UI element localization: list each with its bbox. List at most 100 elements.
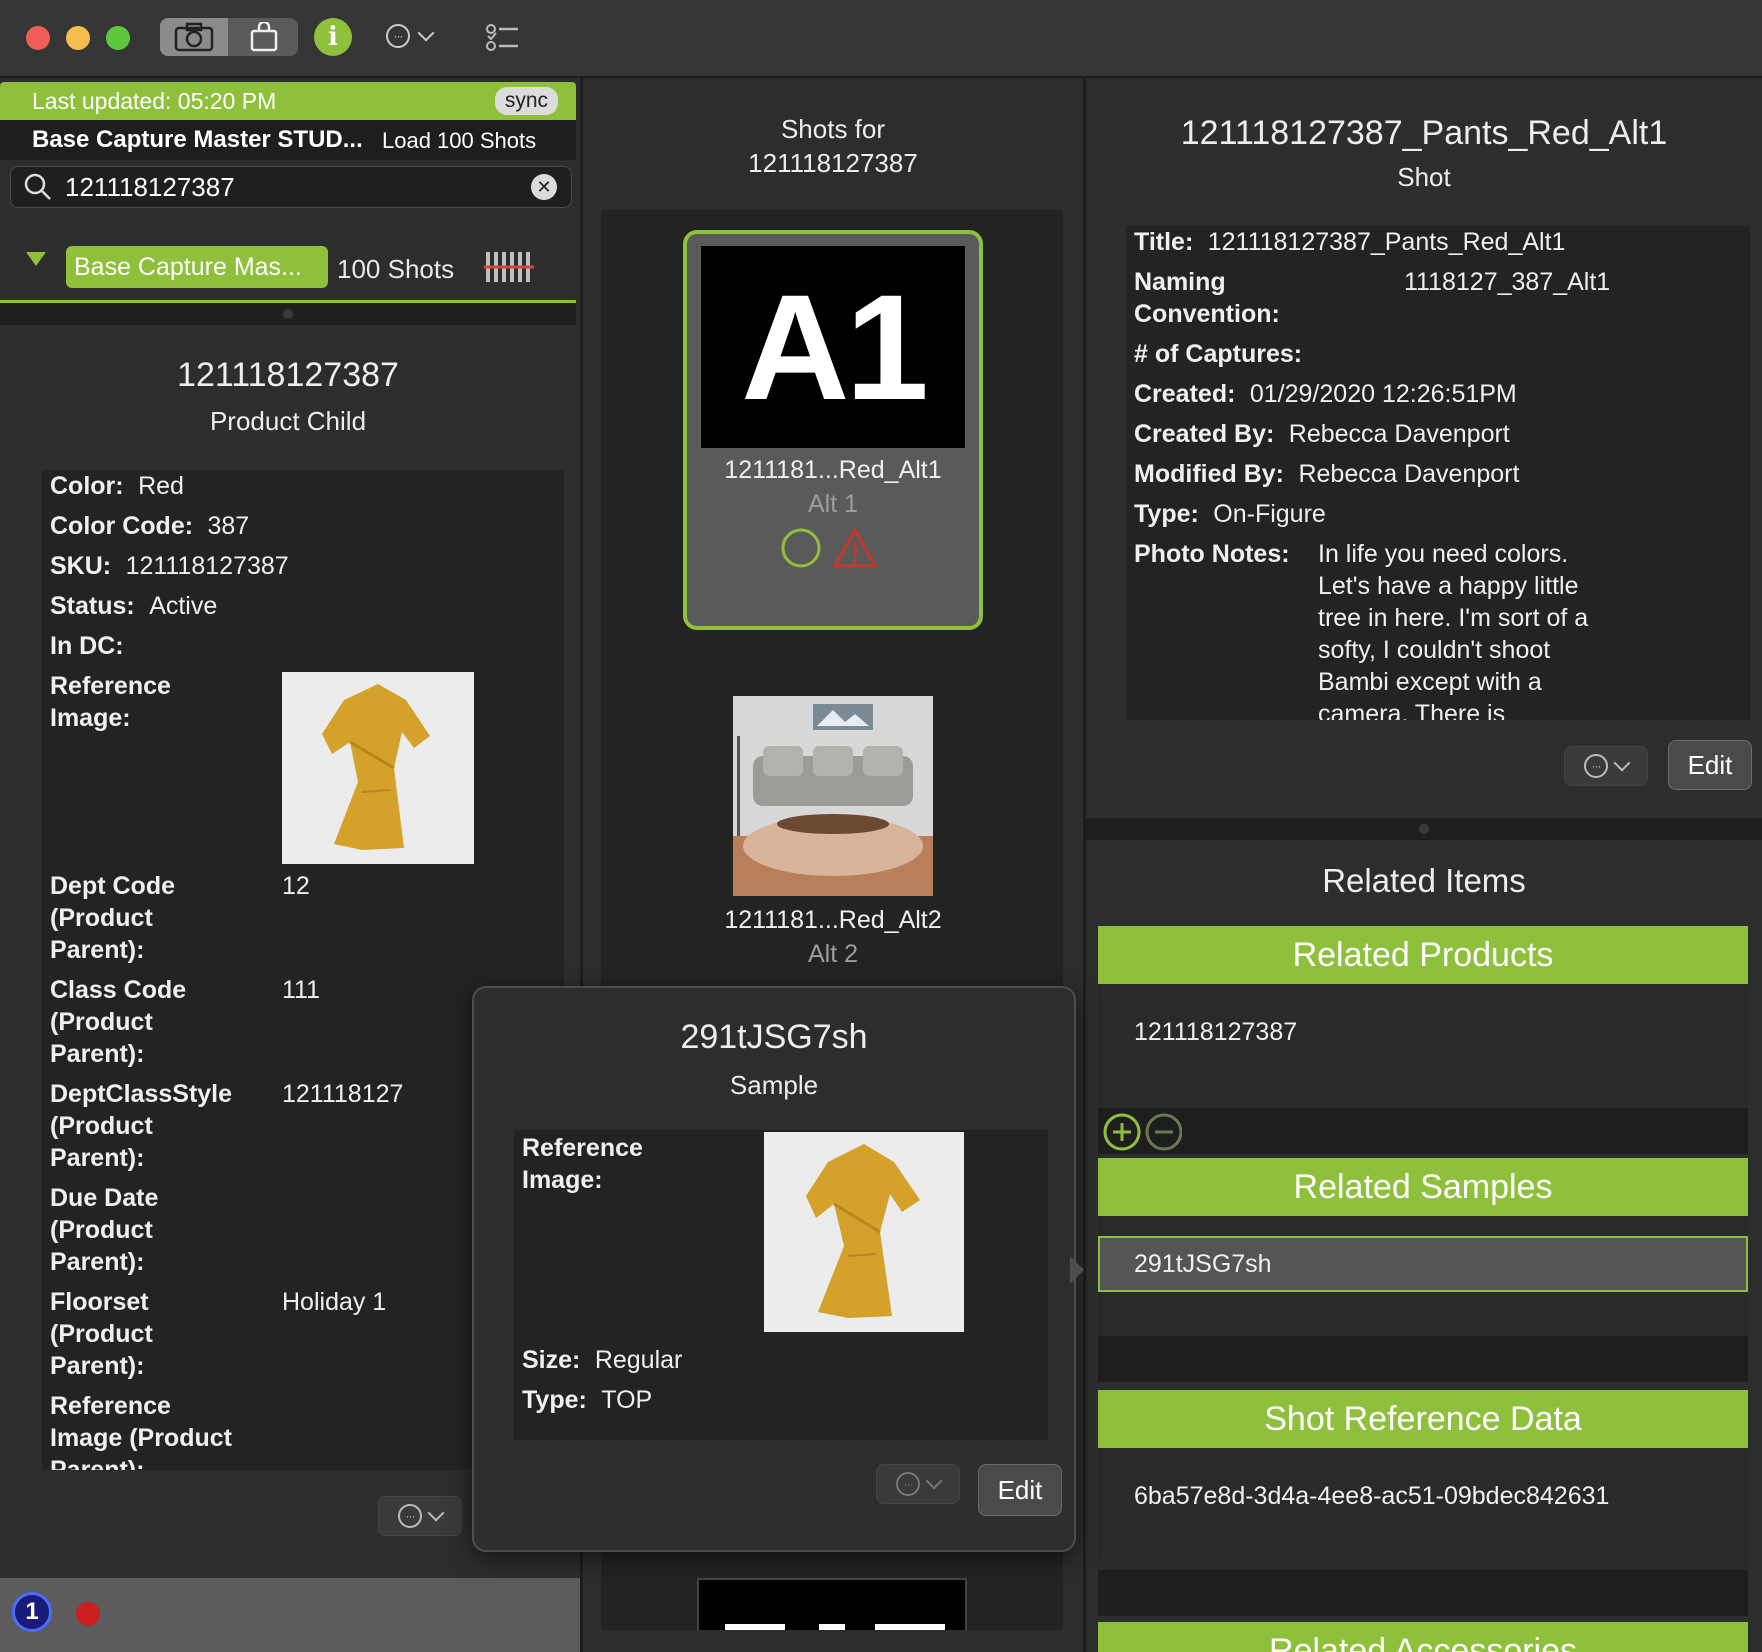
shot-subtitle: Shot (1397, 162, 1451, 192)
field-label: Naming (1134, 268, 1226, 296)
checklist-icon[interactable] (486, 22, 520, 54)
more-icon: ··· (1584, 754, 1608, 778)
shot-thumbnail: A1 (701, 246, 965, 448)
camera-icon (174, 22, 214, 52)
search-input[interactable] (63, 170, 527, 204)
chevron-down-icon (427, 1504, 445, 1522)
detail-row: # of Captures: (1134, 338, 1302, 370)
shot-thumbnail[interactable] (697, 1578, 967, 1630)
related-items-title: Related Items (1322, 862, 1526, 899)
chevron-down-icon (925, 1472, 943, 1490)
capture-group-chip[interactable]: Base Capture Mas... (66, 246, 328, 288)
product-actions-menu-button[interactable]: ··· (378, 1496, 462, 1536)
shot-alt: Alt 2 (807, 940, 859, 968)
shot-name: 1211181...Red_Alt1 (724, 456, 942, 484)
detail-row: Reference Image: (50, 670, 171, 734)
actions-menu-button[interactable]: ··· (386, 24, 435, 48)
related-accessories-header[interactable]: Related Accessories (1098, 1622, 1748, 1652)
more-icon: ··· (398, 1504, 422, 1528)
disclosure-triangle-icon[interactable] (26, 252, 46, 266)
sample-actions-menu-button[interactable]: ··· (876, 1464, 960, 1504)
field-label: Title: (1134, 228, 1194, 256)
field-label: Image: (50, 704, 131, 732)
sample-reference-image[interactable] (764, 1132, 964, 1332)
record-indicator-icon[interactable] (76, 1602, 100, 1626)
field-label: Parent): (50, 1040, 145, 1068)
divider-handle[interactable] (283, 309, 293, 319)
field-label: (Product (50, 1216, 153, 1244)
field-value: TOP (601, 1386, 653, 1414)
shot-reference-item[interactable]: 6ba57e8d-3d4a-4ee8-ac51-09bdec842631 (1134, 1480, 1609, 1512)
field-value: 1118127_387_Alt1 (1404, 268, 1611, 296)
field-label: Created: (1134, 380, 1236, 408)
left-split-divider[interactable] (0, 303, 576, 325)
search-field[interactable]: ✕ (10, 166, 572, 208)
field-label: Reference (522, 1134, 643, 1162)
reference-image[interactable] (282, 672, 474, 864)
field-label: Color: (50, 472, 124, 500)
clear-search-icon[interactable]: ✕ (531, 174, 557, 200)
field-value: Regular (594, 1346, 683, 1374)
load-shots-button[interactable]: Load 100 Shots (382, 128, 536, 154)
product-subtitle: Product Child (209, 406, 367, 436)
sample-subtitle: Sample (729, 1070, 819, 1100)
field-value: 111 (282, 976, 321, 1004)
detail-row: Color Code: 387 (50, 510, 249, 542)
more-icon: ··· (896, 1472, 920, 1496)
shot-actions-menu-button[interactable]: ··· (1564, 746, 1648, 786)
detail-row: Naming Convention: (1134, 266, 1280, 330)
detail-row: In DC: (50, 630, 124, 662)
notes-line: camera. There is (1318, 700, 1506, 720)
shirt-image (806, 1144, 920, 1318)
field-label: Image: (522, 1166, 603, 1194)
shot-edit-button[interactable]: Edit (1668, 740, 1752, 790)
right-split-divider[interactable] (1086, 818, 1762, 840)
close-window-button[interactable] (26, 26, 50, 50)
related-products-header[interactable]: Related Products (1098, 926, 1748, 984)
detail-row: SKU: 121118127387 (50, 550, 289, 582)
detail-row: Due Date (Product Parent): (50, 1182, 158, 1278)
detail-row: Reference Image: (522, 1132, 643, 1196)
shot-status-icons (781, 526, 878, 568)
divider-handle[interactable] (1419, 824, 1429, 834)
field-label: Image (Product (50, 1424, 232, 1452)
related-product-item[interactable]: 121118127387 (1134, 1016, 1297, 1048)
popover-arrow (1070, 1256, 1084, 1284)
field-label: Parent): (50, 936, 145, 964)
products-mode-button[interactable] (230, 18, 298, 56)
zoom-window-button[interactable] (106, 26, 130, 50)
field-label: Photo Notes: (1134, 540, 1290, 568)
field-label: (Product (50, 1112, 153, 1140)
shirt-image (322, 684, 430, 850)
shot-thumbnail (733, 696, 933, 896)
related-sample-item[interactable]: 291tJSG7sh (1098, 1236, 1748, 1292)
field-value: Holiday 1 (282, 1288, 387, 1316)
shot-reference-toolbar (1098, 1570, 1748, 1616)
sync-button[interactable]: sync (494, 87, 558, 115)
shot-card[interactable]: 1211181...Red_Alt2 Alt 2 (683, 670, 983, 970)
barcode-icon[interactable] (484, 250, 534, 284)
search-icon (24, 173, 51, 200)
field-label: # of Captures: (1134, 340, 1303, 368)
field-value: 387 (207, 512, 250, 540)
field-label: Convention: (1134, 300, 1280, 328)
shot-card[interactable]: A1 1211181...Red_Alt1 Alt 1 (683, 230, 983, 630)
detail-row: Type: TOP (522, 1384, 652, 1416)
notes-line: softy, I couldn't shoot (1318, 636, 1551, 664)
shot-reference-data-header[interactable]: Shot Reference Data (1098, 1390, 1748, 1448)
chevron-down-icon (1613, 754, 1631, 772)
field-label: Floorset (50, 1288, 149, 1316)
shot-alt: Alt 1 (807, 490, 859, 518)
capture-mode-button[interactable] (160, 18, 228, 56)
onepassword-icon[interactable]: 1 (12, 1592, 52, 1632)
field-value: Rebecca Davenport (1288, 420, 1510, 448)
sync-status-bar: Last updated: 05:20 PM sync (0, 82, 576, 120)
add-remove-controls (1103, 1113, 1182, 1151)
info-button[interactable]: i (314, 18, 352, 56)
shot-reference-data-list: 6ba57e8d-3d4a-4ee8-ac51-09bdec842631 (1098, 1448, 1748, 1570)
minimize-window-button[interactable] (66, 26, 90, 50)
capture-group-row[interactable]: Base Capture Mas... 100 Shots (0, 230, 576, 303)
sample-edit-button[interactable]: Edit (978, 1464, 1062, 1516)
related-samples-header[interactable]: Related Samples (1098, 1158, 1748, 1216)
detail-row: Color: Red (50, 470, 184, 502)
